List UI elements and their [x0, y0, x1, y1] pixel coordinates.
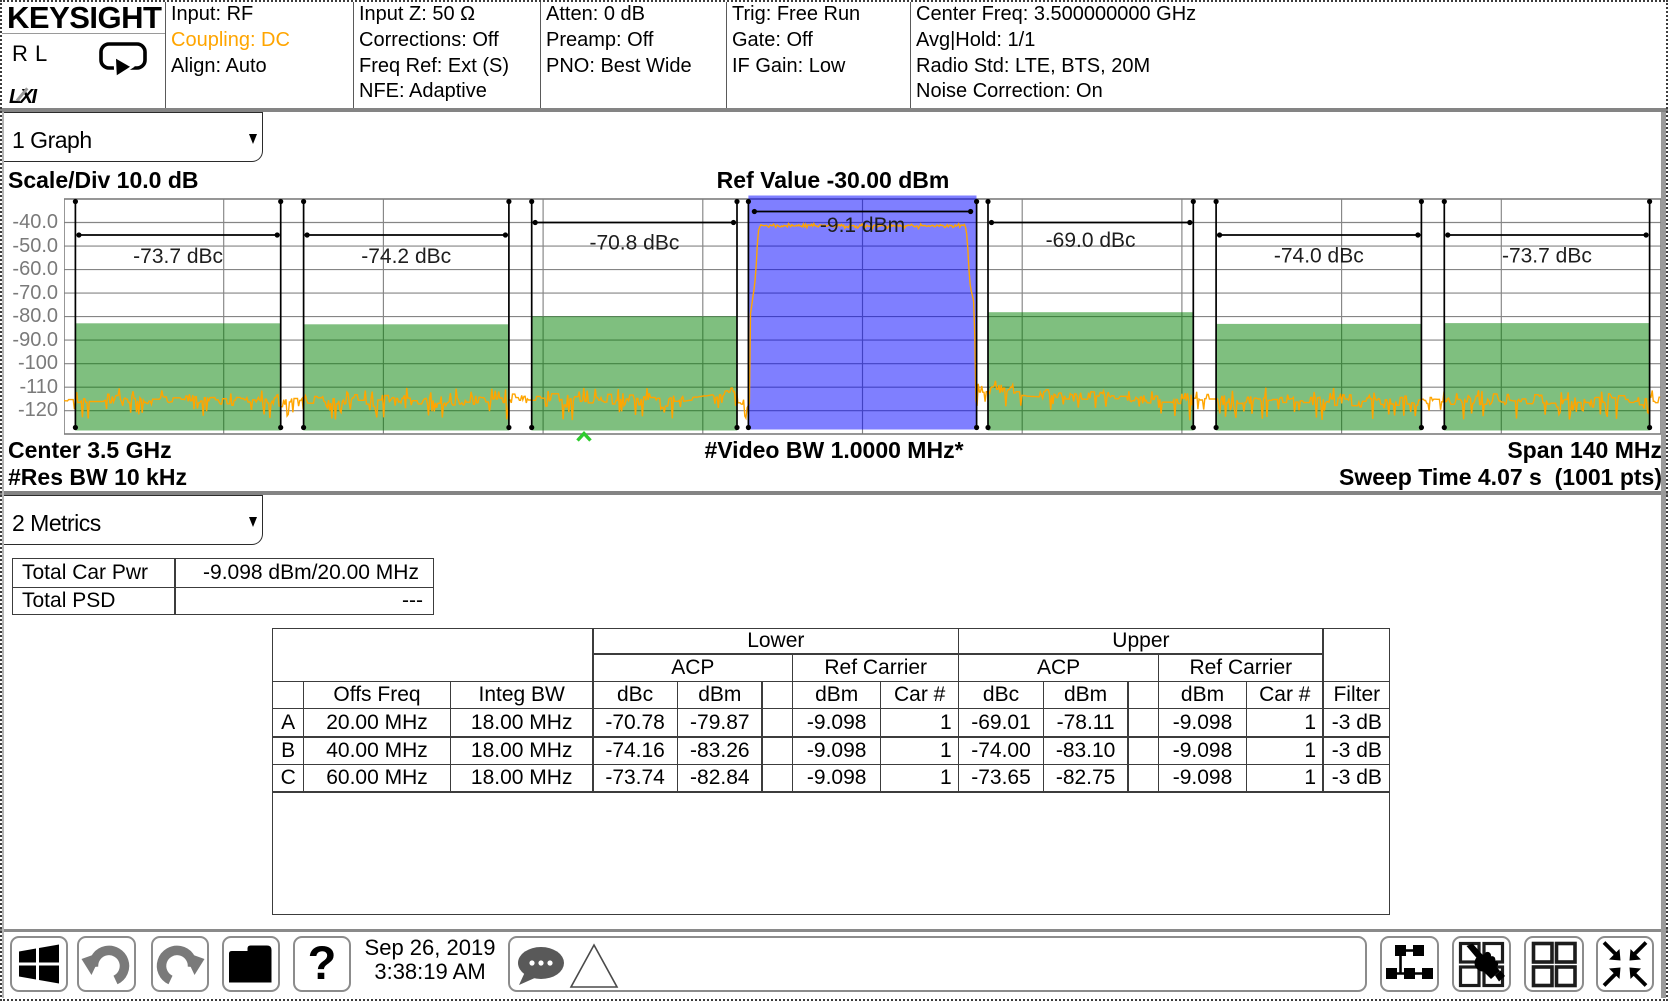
svg-text:-74.0 dBc: -74.0 dBc: [1274, 245, 1364, 268]
svg-text:-9.1 dBm: -9.1 dBm: [820, 214, 905, 237]
svg-text:-69.0 dBc: -69.0 dBc: [1046, 229, 1136, 252]
svg-text:-74.2 dBc: -74.2 dBc: [361, 245, 451, 268]
svg-text:-73.7 dBc: -73.7 dBc: [133, 245, 223, 268]
svg-text:-70.8 dBc: -70.8 dBc: [589, 232, 679, 255]
svg-text:-73.7 dBc: -73.7 dBc: [1502, 245, 1592, 268]
